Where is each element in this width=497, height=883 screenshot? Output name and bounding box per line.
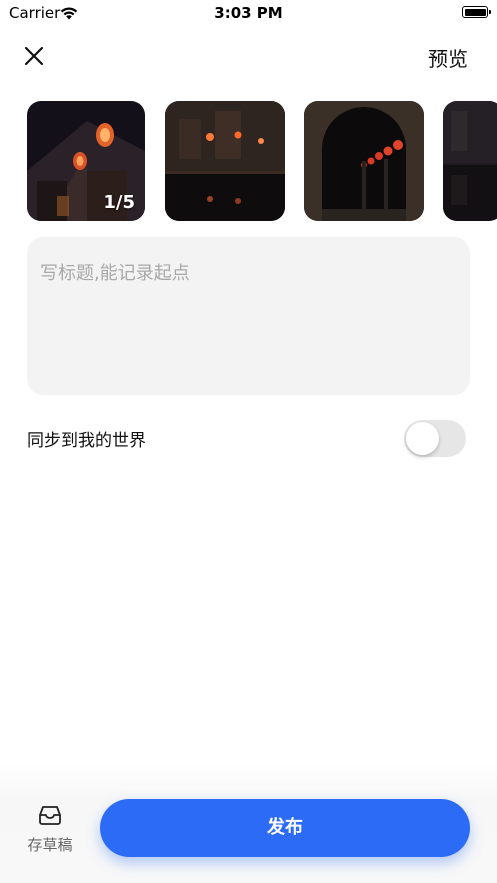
image-strip[interactable]: 1/5 [27, 101, 497, 223]
image-count-badge: 1/5 [103, 192, 135, 213]
close-button[interactable] [22, 44, 46, 68]
title-input[interactable] [40, 263, 450, 284]
image-thumbnail[interactable] [443, 101, 497, 221]
preview-button[interactable]: 预览 [428, 43, 468, 72]
toggle-knob [406, 422, 439, 455]
title-input-box[interactable] [27, 237, 470, 395]
sync-toggle[interactable] [404, 420, 466, 457]
image-thumbnail[interactable] [165, 101, 285, 221]
image-thumbnail[interactable]: 1/5 [27, 101, 145, 221]
status-bar: Carrier 3:03 PM [0, 0, 497, 26]
sync-label: 同步到我的世界 [27, 431, 146, 451]
image-thumbnail[interactable] [304, 101, 424, 221]
status-time: 3:03 PM [214, 4, 283, 22]
close-icon [24, 46, 44, 66]
save-draft-button[interactable]: 存草稿 [20, 804, 80, 855]
battery-icon [462, 6, 491, 18]
inbox-tray-icon [39, 806, 61, 825]
save-draft-label: 存草稿 [27, 836, 73, 854]
publish-button[interactable]: 发布 [100, 799, 470, 857]
